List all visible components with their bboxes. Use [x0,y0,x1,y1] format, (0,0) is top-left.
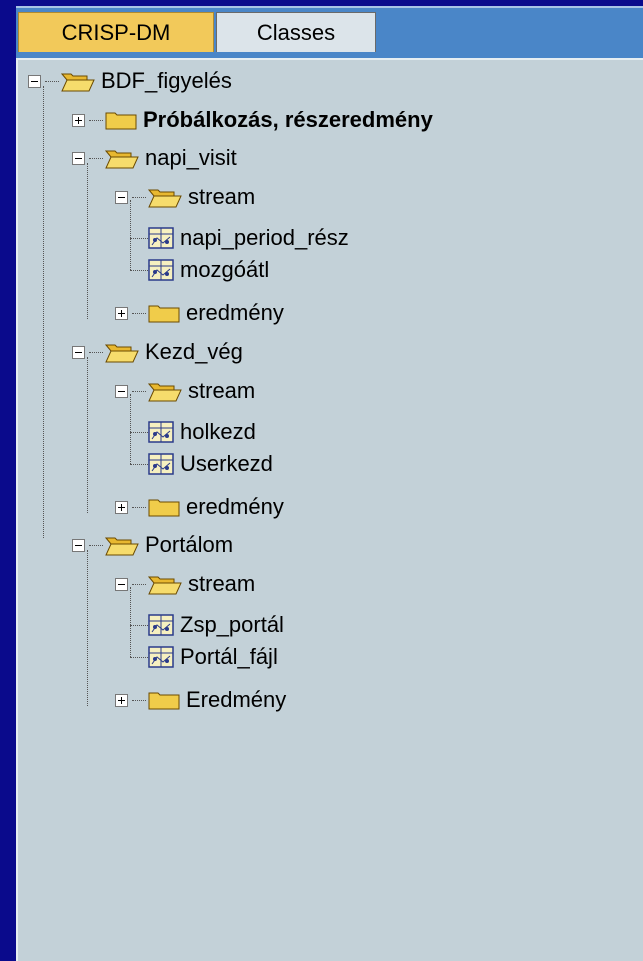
tree-node-label: mozgóátl [180,257,270,282]
tree-node-label: stream [188,571,256,596]
stream-icon [148,227,174,249]
folder-open-icon [105,150,139,169]
tree-connector [87,550,88,706]
tree-node-label: Kezd_vég [145,339,243,364]
tree-node-label: Eredmény [186,687,287,712]
minus-box-icon[interactable] [28,74,41,88]
tree-connector [130,464,148,465]
tree-node-label: Userkezd [180,451,273,476]
tree-panel: BDF_figyelés Próbálkozás, részeredmény n… [16,58,643,961]
tree-node[interactable]: stream [115,374,255,408]
tree-connector [130,238,148,239]
tree-node[interactable]: stream [115,567,255,601]
folder-open-icon [61,73,95,92]
tree-node-label: Portálom [145,532,234,557]
folder-icon [105,112,137,130]
tree-connector [132,196,146,198]
tree-node-label: napi_visit [145,145,237,170]
folder-open-icon [105,344,139,363]
folder-icon [148,692,180,710]
minus-box-icon[interactable] [72,345,85,359]
tree-connector [132,506,146,508]
tree-node-label: BDF_figyelés [101,68,232,93]
plus-box-icon[interactable] [115,306,128,320]
tree-connector [43,86,44,538]
folder-open-icon [148,576,182,595]
tree-connector [130,432,148,433]
tree-connector [89,351,103,353]
tree-connector [89,157,103,159]
tree-node-label: stream [188,184,256,209]
project-tree: BDF_figyelés Próbálkozás, részeredmény n… [18,60,643,961]
minus-box-icon[interactable] [115,577,128,591]
tree-connector [132,390,146,392]
minus-box-icon[interactable] [115,384,128,398]
tree-connector [89,544,103,546]
tree-node[interactable]: Kezd_vég [72,335,243,369]
tree-node[interactable]: Portálom [72,528,233,562]
tree-connector [87,357,88,513]
tab-bar: CRISP-DM Classes [16,6,643,58]
tree-connector [130,625,148,626]
tree-node-label: eredmény [186,300,284,325]
tree-node-label: holkezd [180,419,256,444]
tree-node-label: Portál_fájl [180,644,278,669]
tree-connector [132,312,146,314]
plus-box-icon[interactable] [115,500,128,514]
tree-node[interactable]: Próbálkozás, részeredmény [72,103,433,137]
tree-connector [89,119,103,121]
folder-icon [148,305,180,323]
tree-connector [87,163,88,319]
app-frame: CRISP-DM Classes BDF_figyelés Próbálkozá… [12,0,643,961]
folder-open-icon [148,383,182,402]
tab-crisp-dm[interactable]: CRISP-DM [18,12,214,52]
minus-box-icon[interactable] [115,190,128,204]
tree-node-stream[interactable]: Zsp_portál [148,608,284,642]
tree-node-label: stream [188,378,256,403]
tree-node-stream[interactable]: holkezd [148,415,256,449]
tree-node[interactable]: napi_visit [72,141,237,175]
folder-icon [148,499,180,517]
plus-box-icon[interactable] [115,693,128,707]
tree-node-stream[interactable]: Portál_fájl [148,640,278,674]
tree-node-label: napi_period_rész [180,225,349,250]
tree-node[interactable]: eredmény [115,490,284,524]
tree-connector [132,583,146,585]
stream-icon [148,646,174,668]
minus-box-icon[interactable] [72,538,85,552]
tree-connector [130,270,148,271]
tree-node-label: Zsp_portál [180,612,284,637]
stream-icon [148,614,174,636]
folder-open-icon [148,189,182,208]
tree-connector [132,699,146,701]
tree-connector [130,657,148,658]
tree-node[interactable]: eredmény [115,296,284,330]
tree-node-label: Próbálkozás, részeredmény [143,107,433,132]
tree-node-label: eredmény [186,494,284,519]
tree-node-root[interactable]: BDF_figyelés [28,64,232,98]
tab-classes[interactable]: Classes [216,12,376,52]
plus-box-icon[interactable] [72,113,85,127]
folder-open-icon [105,537,139,556]
tree-node-stream[interactable]: mozgóátl [148,253,269,287]
tree-connector [45,80,59,82]
stream-icon [148,259,174,281]
tree-node-stream[interactable]: Userkezd [148,447,273,481]
tree-node[interactable]: stream [115,180,255,214]
stream-icon [148,421,174,443]
tree-node-stream[interactable]: napi_period_rész [148,221,349,255]
tree-node[interactable]: Eredmény [115,683,286,717]
minus-box-icon[interactable] [72,151,85,165]
stream-icon [148,453,174,475]
